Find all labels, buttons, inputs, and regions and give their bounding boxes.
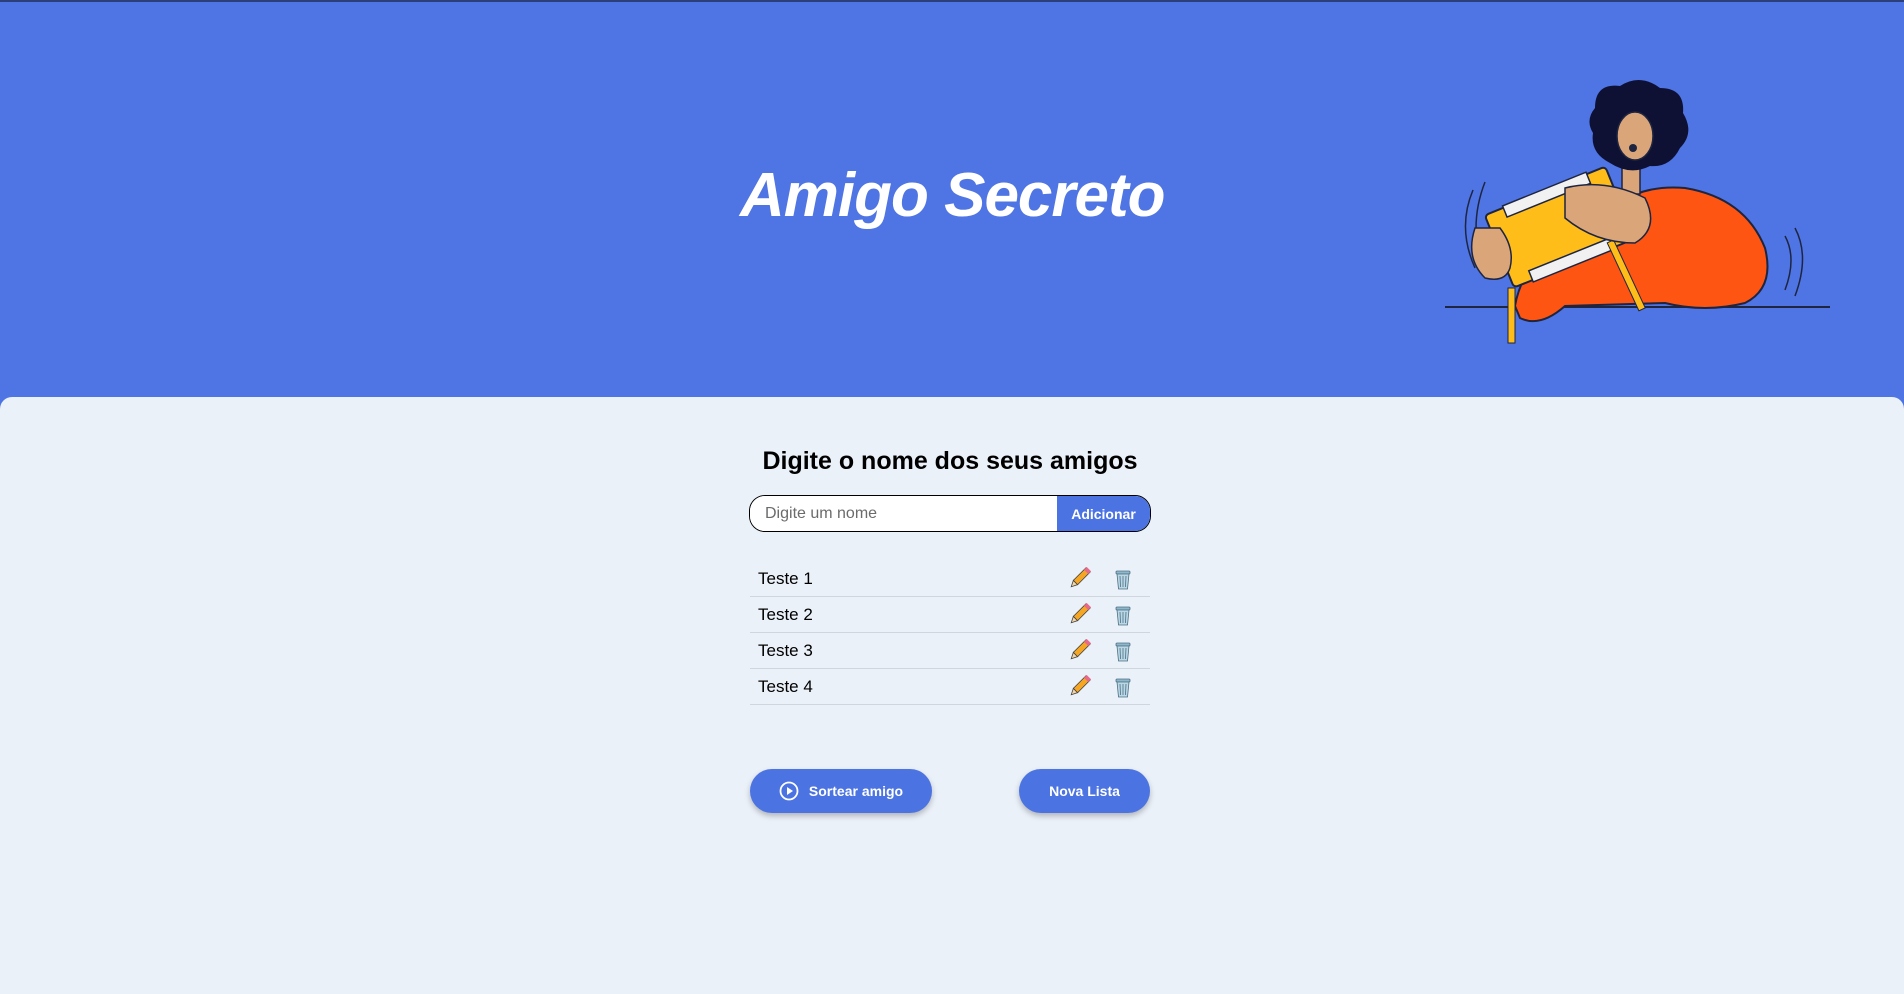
header: Amigo Secreto	[0, 0, 1904, 400]
draw-friend-button[interactable]: Sortear amigo	[750, 769, 932, 813]
friend-name: Teste 1	[758, 568, 813, 588]
friend-name: Teste 3	[758, 640, 813, 660]
section-heading: Digite o nome dos seus amigos	[762, 447, 1138, 475]
page-title: Amigo Secreto	[740, 161, 1166, 230]
top-border	[0, 0, 1904, 2]
list-item: Teste 2	[750, 597, 1150, 633]
trash-icon[interactable]	[1110, 675, 1136, 699]
add-button[interactable]: Adicionar	[1057, 496, 1150, 531]
new-list-button[interactable]: Nova Lista	[1019, 769, 1150, 813]
play-circle-icon	[779, 781, 799, 801]
trash-icon[interactable]	[1110, 639, 1136, 663]
friend-name: Teste 2	[758, 604, 813, 624]
pencil-icon[interactable]	[1066, 603, 1092, 627]
list-item: Teste 1	[750, 561, 1150, 597]
draw-button-label: Sortear amigo	[808, 783, 904, 799]
list-item: Teste 4	[750, 669, 1150, 705]
friend-list: Teste 1 Teste 2 Teste 3 Teste 4	[750, 561, 1150, 705]
pencil-icon[interactable]	[1066, 639, 1092, 663]
trash-icon[interactable]	[1110, 603, 1136, 627]
pencil-icon[interactable]	[1066, 567, 1092, 591]
main-panel: Digite o nome dos seus amigos Adicionar …	[0, 397, 1904, 994]
trash-icon[interactable]	[1110, 567, 1136, 591]
list-item: Teste 3	[750, 633, 1150, 669]
pencil-icon[interactable]	[1066, 675, 1092, 699]
gift-illustration	[1445, 79, 1830, 344]
name-input[interactable]	[750, 496, 1057, 531]
friend-name: Teste 4	[758, 676, 813, 696]
add-friend-form: Adicionar	[749, 495, 1151, 532]
